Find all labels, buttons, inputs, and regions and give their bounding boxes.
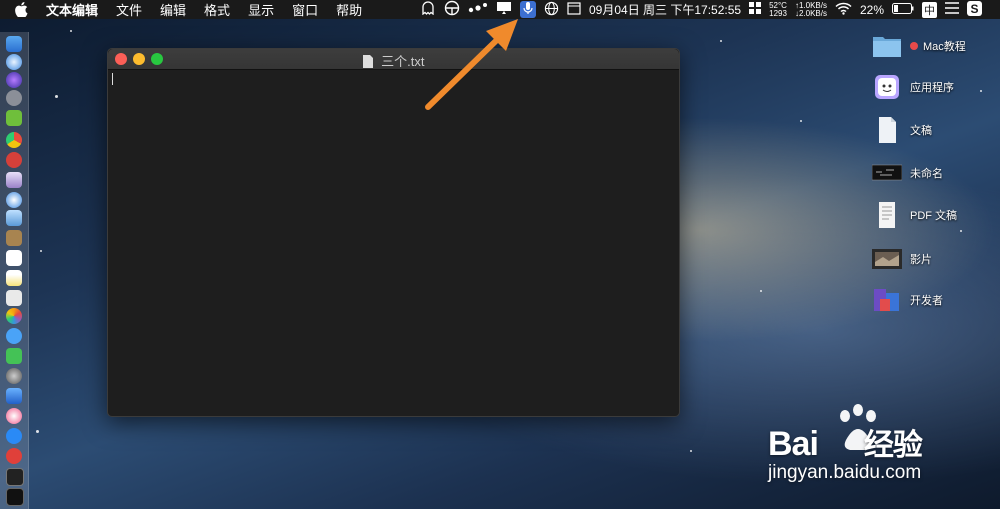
calendar-icon[interactable]: [567, 1, 581, 18]
menu-edit[interactable]: 编辑: [160, 0, 186, 19]
facetime-icon[interactable]: [6, 348, 22, 364]
music-icon[interactable]: [6, 408, 22, 424]
checklist-icon[interactable]: [6, 290, 22, 306]
messages-icon[interactable]: [6, 328, 22, 344]
annotation-arrow: [425, 19, 518, 110]
calendar-dock-icon[interactable]: [6, 250, 22, 266]
grid-icon[interactable]: [749, 2, 762, 17]
battery-icon[interactable]: [892, 2, 914, 17]
desktop-item-developer[interactable]: 开发者: [872, 287, 943, 313]
clock[interactable]: 09月04日 周三 下午17:52:55: [589, 1, 741, 18]
textedit-window: 三个.txt: [107, 48, 680, 417]
desktop-item-pdf[interactable]: PDF 文稿: [872, 202, 957, 228]
battery-percent[interactable]: 22%: [860, 3, 884, 17]
desktop-item-label: 未命名: [910, 168, 943, 180]
finder-icon[interactable]: [6, 36, 22, 52]
terminal-icon[interactable]: [6, 468, 24, 486]
developer-icon: [874, 289, 899, 311]
globe-icon[interactable]: [544, 1, 559, 19]
safari-icon[interactable]: [6, 54, 22, 70]
sensor-readout[interactable]: 52°C 1293: [769, 1, 787, 18]
settings-icon[interactable]: [6, 368, 22, 384]
android-icon[interactable]: [6, 110, 22, 126]
menu-help[interactable]: 帮助: [336, 0, 362, 19]
desktop-item-label: Mac教程: [923, 41, 966, 53]
folder-icon: [873, 37, 901, 57]
keynote-icon[interactable]: [6, 388, 22, 404]
menu-file[interactable]: 文件: [116, 0, 142, 19]
text-cursor: [112, 73, 113, 85]
watermark-url: jingyan.baidu.com: [768, 462, 922, 483]
vivaldi-icon[interactable]: [6, 448, 22, 464]
apple-menu-icon[interactable]: [14, 2, 28, 17]
watermark-brand-jy: 经验: [863, 429, 923, 462]
applications-icon: [875, 75, 899, 99]
disk-icon[interactable]: [6, 172, 22, 188]
title-bar[interactable]: 三个.txt: [108, 49, 679, 70]
movie-icon: [872, 249, 902, 269]
preview-icon[interactable]: [6, 210, 22, 226]
document-icon: [362, 55, 373, 68]
desktop-item-label: 文稿: [910, 125, 932, 137]
input-method[interactable]: 中: [922, 1, 937, 18]
network-readout[interactable]: ↑1.0KB/s ↓2.0KB/s: [794, 1, 827, 18]
desktop-item-applications[interactable]: 应用程序: [872, 74, 954, 100]
desktop-item-label: 应用程序: [910, 82, 954, 94]
chrome-icon[interactable]: [6, 132, 22, 148]
app-store-icon[interactable]: [6, 428, 22, 444]
tag-dot: [910, 42, 918, 50]
menu-view[interactable]: 显示: [248, 0, 274, 19]
compass-icon[interactable]: [6, 192, 22, 208]
window-title-area: 三个.txt: [108, 51, 679, 70]
wifi-icon[interactable]: [835, 2, 852, 18]
menu-window[interactable]: 窗口: [292, 0, 318, 19]
pdf-icon: [879, 202, 895, 228]
window-title: 三个.txt: [381, 54, 425, 69]
desktop-item-untitled[interactable]: 未命名: [872, 160, 943, 186]
desktop-item-documents[interactable]: 文稿: [872, 117, 932, 143]
fan-speed-text: 1293: [769, 8, 787, 18]
app-menu[interactable]: 文本编辑: [46, 0, 98, 19]
app-s-icon[interactable]: S: [967, 0, 982, 19]
activity-monitor-icon[interactable]: [6, 488, 24, 506]
notebook-icon[interactable]: [6, 230, 22, 246]
desktop-item-label: PDF 文稿: [910, 210, 958, 222]
launchpad-icon[interactable]: [6, 90, 22, 106]
watermark-brand: Bai 经验: [768, 420, 923, 464]
app-red-icon[interactable]: [6, 152, 22, 168]
document-icon: [879, 117, 896, 143]
list-icon[interactable]: [945, 2, 959, 17]
desktop-item-label: 开发者: [910, 295, 943, 307]
desktop-item-label: 影片: [910, 254, 932, 266]
notes-icon[interactable]: [6, 270, 22, 286]
dock: [0, 32, 29, 509]
photos-icon[interactable]: [6, 308, 22, 324]
screenshot-icon: [872, 164, 902, 181]
desktop-item-mac-tutorial[interactable]: Mac教程: [872, 33, 966, 59]
svg-text:S: S: [970, 2, 978, 16]
siri-icon[interactable]: [6, 72, 22, 88]
net-down-text: ↓2.0KB/s: [794, 8, 827, 18]
text-editor-area[interactable]: [108, 70, 679, 416]
desktop-item-movies[interactable]: 影片: [872, 246, 932, 272]
menu-format[interactable]: 格式: [204, 0, 230, 19]
watermark-brand-bai: Bai: [768, 425, 819, 463]
